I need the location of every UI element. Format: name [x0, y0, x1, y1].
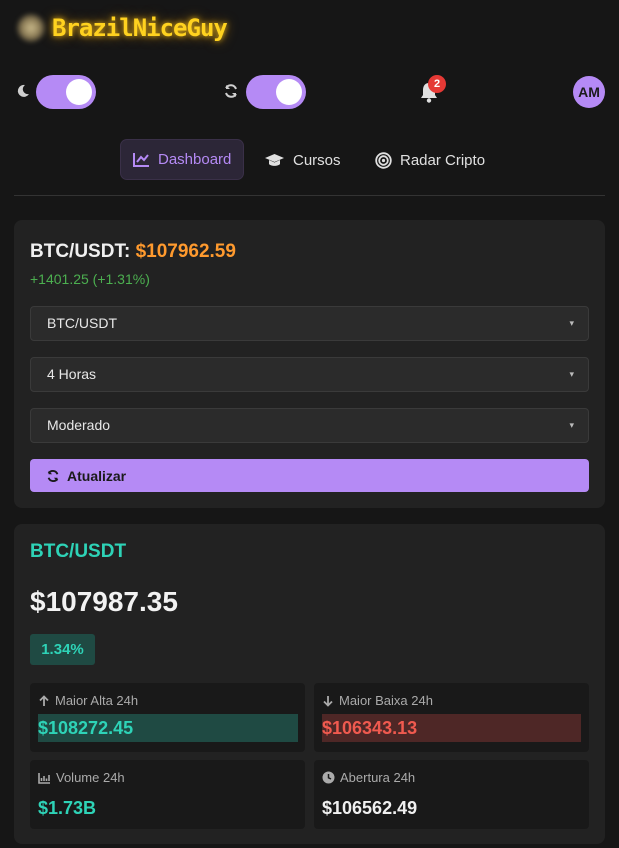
update-button-label: Atualizar: [67, 467, 127, 484]
refresh-icon: [47, 469, 59, 482]
toggle-knob: [276, 79, 302, 105]
logo-image: [16, 13, 46, 43]
moon-icon: [17, 84, 29, 97]
change-pct-badge: 1.34%: [30, 634, 95, 665]
stat-volume-24h: Volume 24h $1.73B: [30, 760, 305, 829]
toggle-knob: [66, 79, 92, 105]
stat-high-label-row: Maior Alta 24h: [38, 693, 138, 708]
header-controls: 2 AM: [0, 75, 619, 109]
risk-select-value: Moderado: [47, 417, 111, 433]
pair-select-value: BTC/USDT: [47, 315, 117, 331]
nav-radar-cripto-label: Radar Cripto: [400, 151, 486, 169]
stat-open-24h: Abertura 24h $106562.49: [314, 760, 589, 829]
ticker-pair-label: BTC/USDT:: [30, 241, 131, 262]
stat-volume-value: $1.73B: [38, 798, 97, 818]
nav-cursos-label: Cursos: [293, 151, 341, 169]
summary-card: BTC/USDT $107987.35 1.34% Maior Alta 24h…: [14, 524, 605, 844]
stat-low-label: Maior Baixa 24h: [339, 693, 433, 708]
nav-dashboard[interactable]: Dashboard: [121, 140, 244, 179]
stat-volume-label-row: Volume 24h: [38, 770, 125, 785]
stat-low-24h: Maior Baixa 24h $106343.13: [314, 683, 589, 752]
summary-price: $107987.35: [30, 586, 178, 617]
stat-high-value: $108272.45: [38, 714, 298, 742]
ticker-price-line: BTC/USDT: $107962.59: [30, 241, 236, 263]
stat-volume-label: Volume 24h: [56, 770, 125, 785]
auto-refresh-toggle[interactable]: [246, 75, 306, 109]
timeframe-select[interactable]: 4 Horas ▾: [30, 357, 589, 392]
dark-mode-toggle[interactable]: [36, 75, 96, 109]
stat-high-24h: Maior Alta 24h $108272.45: [30, 683, 305, 752]
notification-badge: 2: [428, 75, 446, 93]
pair-select[interactable]: BTC/USDT ▾: [30, 306, 589, 341]
graduation-cap-icon: [265, 153, 284, 166]
chevron-down-icon: ▾: [569, 318, 574, 328]
filters-card: BTC/USDT: $107962.59 +1401.25 (+1.31%) B…: [14, 220, 605, 508]
nav-divider: [14, 195, 605, 196]
arrow-down-icon: [323, 695, 333, 707]
chevron-down-icon: ▾: [569, 420, 574, 430]
update-button[interactable]: Atualizar: [30, 459, 589, 492]
chart-area-icon: [38, 772, 50, 784]
summary-pair-title: BTC/USDT: [30, 541, 127, 562]
risk-select[interactable]: Moderado ▾: [30, 408, 589, 443]
main-nav: Dashboard Cursos Radar Cripto: [0, 140, 619, 180]
target-icon: [375, 151, 392, 169]
clock-icon: [322, 771, 335, 784]
logo[interactable]: BrazilNiceGuy: [14, 10, 228, 46]
stat-open-label-row: Abertura 24h: [322, 770, 415, 785]
stat-open-label: Abertura 24h: [340, 770, 416, 785]
refresh-icon: [225, 84, 237, 98]
ticker-change: +1401.25 (+1.31%): [30, 271, 150, 287]
stat-high-label: Maior Alta 24h: [55, 693, 139, 708]
nav-dashboard-label: Dashboard: [158, 151, 232, 168]
stat-low-value: $106343.13: [322, 714, 581, 742]
ticker-price: $107962.59: [135, 241, 236, 262]
timeframe-select-value: 4 Horas: [47, 366, 97, 382]
arrow-up-icon: [39, 694, 49, 706]
stat-open-value: $106562.49: [322, 798, 418, 818]
logo-text: BrazilNiceGuy: [52, 14, 228, 42]
user-avatar[interactable]: AM: [573, 76, 605, 108]
chart-line-icon: [133, 153, 149, 167]
stat-low-label-row: Maior Baixa 24h: [322, 693, 433, 708]
chevron-down-icon: ▾: [569, 369, 574, 379]
nav-radar-cripto[interactable]: Radar Cripto: [375, 140, 485, 180]
nav-cursos[interactable]: Cursos: [264, 140, 341, 180]
